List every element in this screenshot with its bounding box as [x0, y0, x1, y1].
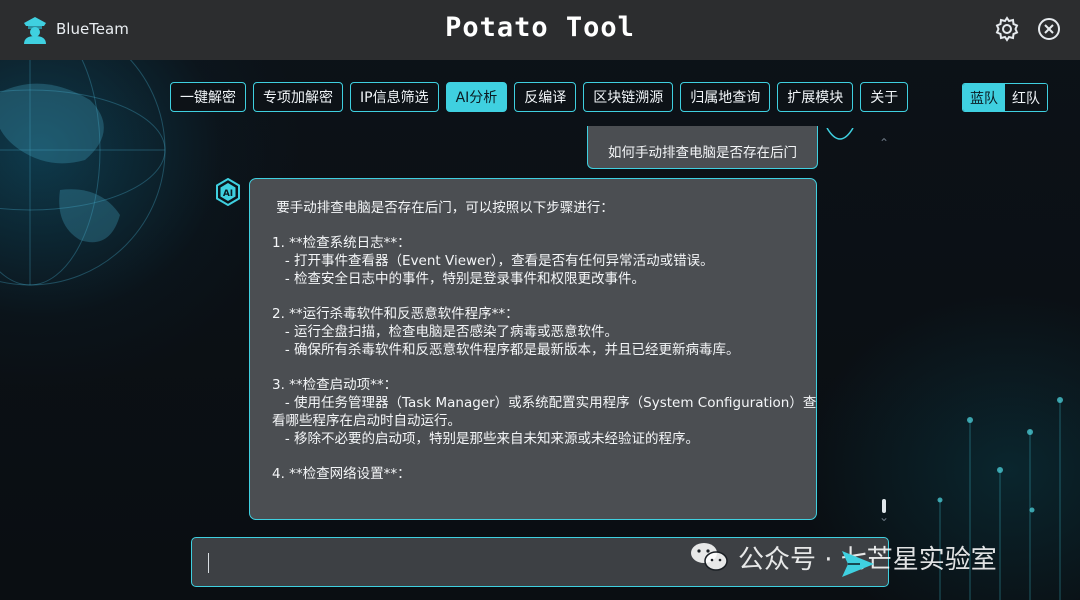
- ai-response-line: [272, 288, 794, 305]
- nav-one-click-decrypt[interactable]: 一键解密: [170, 82, 246, 112]
- ai-response-line: - 确保所有杀毒软件和反恶意软件程序都是最新版本，并且已经更新病毒库。: [272, 342, 740, 358]
- scroll-up-arrow[interactable]: ⌃: [879, 136, 889, 150]
- ai-response-line: - 使用任务管理器（Task Manager）或系统配置实用程序（System …: [272, 395, 817, 411]
- team-red-option[interactable]: 红队: [1005, 84, 1047, 111]
- nav-location-lookup[interactable]: 归属地查询: [680, 82, 771, 112]
- ai-response-line: - 运行全盘扫描，检查电脑是否感染了病毒或恶意软件。: [272, 324, 619, 340]
- ai-response-line: 1. **检查系统日志**：: [272, 235, 411, 251]
- nav-decompile[interactable]: 反编译: [514, 82, 577, 112]
- ai-response-line: 4. **检查网络设置**：: [272, 466, 411, 482]
- nav-ip-filter[interactable]: IP信息筛选: [350, 82, 439, 112]
- close-circle-icon[interactable]: [1036, 16, 1062, 42]
- ai-response-line: - 打开事件查看器（Event Viewer），查看是否有任何异常活动或错误。: [272, 253, 714, 269]
- gear-icon[interactable]: [994, 16, 1020, 42]
- ai-response-line: 3. **检查启动项**：: [272, 377, 398, 393]
- ai-response-bubble: 要手动排查电脑是否存在后门，可以按照以下步骤进行： 1. **检查系统日志**： …: [249, 178, 817, 520]
- nav-special-crypto[interactable]: 专项加解密: [253, 82, 343, 112]
- nav-ai-analysis[interactable]: AI分析: [445, 82, 508, 112]
- user-message-bubble: 如何手动排查电脑是否存在后门: [587, 126, 818, 169]
- nav-extensions[interactable]: 扩展模块: [777, 82, 854, 112]
- title-bar: BlueTeam Potato Tool: [0, 0, 1080, 60]
- ai-response-line: - 检查安全日志中的事件，特别是登录事件和权限更改事件。: [272, 271, 646, 287]
- team-toggle: 蓝队 红队: [962, 83, 1048, 112]
- wechat-icon: [691, 543, 728, 571]
- ai-badge-icon: AI: [216, 178, 240, 206]
- text-caret: [208, 553, 209, 573]
- main-nav: 一键解密 专项加解密 IP信息筛选 AI分析 反编译 区块链溯源 归属地查询 扩…: [170, 82, 909, 112]
- send-icon[interactable]: [840, 548, 876, 580]
- ai-response-line: 2. **运行杀毒软件和反恶意软件程序**：: [272, 306, 519, 322]
- ai-response-line: [272, 448, 794, 465]
- ai-response-line: 看哪些程序在启动时自动运行。: [272, 413, 461, 429]
- nav-about[interactable]: 关于: [860, 82, 909, 112]
- ai-response-line: [272, 217, 794, 234]
- svg-text:AI: AI: [223, 189, 233, 199]
- nav-blockchain-trace[interactable]: 区块链溯源: [583, 82, 674, 112]
- app-title: Potato Tool: [445, 12, 635, 43]
- scroll-down-arrow[interactable]: ⌄: [879, 510, 889, 524]
- ai-response-line: 要手动排查电脑是否存在后门，可以按照以下步骤进行：: [272, 200, 614, 216]
- team-blue-option[interactable]: 蓝队: [963, 84, 1005, 111]
- ai-response-line: - 移除不必要的启动项，特别是那些来自未知来源或未经验证的程序。: [272, 431, 700, 447]
- user-avatar-icon: [826, 128, 854, 140]
- ai-response-line: [272, 359, 794, 376]
